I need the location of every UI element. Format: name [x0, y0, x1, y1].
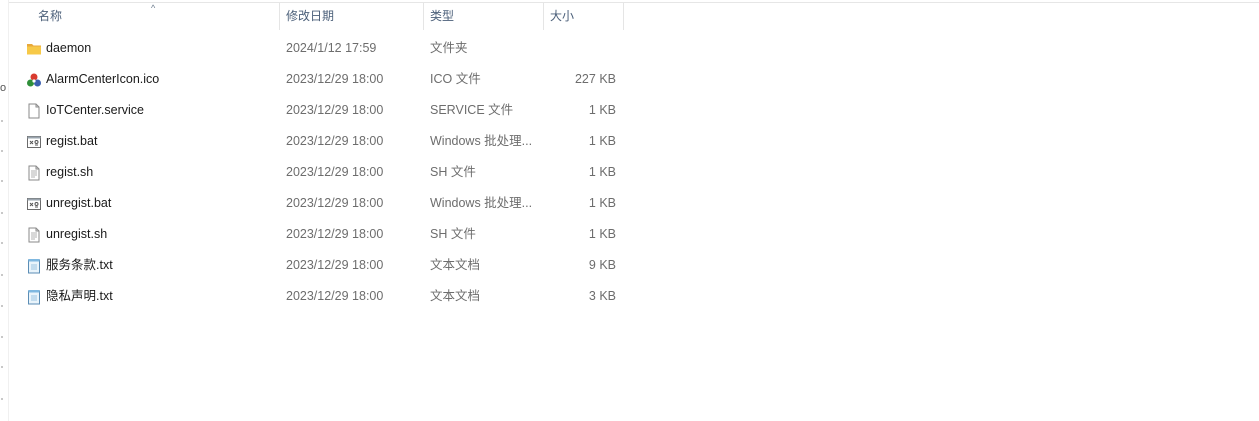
- file-type: 文件夹: [430, 41, 468, 55]
- file-size: 227 KB: [574, 72, 616, 86]
- file-row[interactable]: IoTCenter.service 2023/12/29 18:00 SERVI…: [24, 95, 624, 126]
- file-row[interactable]: unregist.sh 2023/12/29 18:00 SH 文件 1 KB: [24, 219, 624, 250]
- strip-tick: [1, 274, 3, 276]
- file-size: 9 KB: [588, 258, 616, 272]
- column-header-name-label: 名称: [38, 9, 63, 23]
- file-type: Windows 批处理...: [430, 134, 533, 148]
- strip-tick: [1, 242, 3, 244]
- text-file-icon: [26, 227, 42, 243]
- file-list: daemon 2024/1/12 17:59 文件夹 AlarmCenterIc…: [24, 33, 624, 312]
- file-name: unregist.bat: [46, 196, 112, 210]
- file-date: 2023/12/29 18:00: [286, 289, 384, 303]
- file-row[interactable]: 服务条款.txt 2023/12/29 18:00 文本文档 9 KB: [24, 250, 624, 281]
- file-name: 隐私声明.txt: [46, 289, 113, 303]
- file-size: 3 KB: [588, 289, 616, 303]
- file-row[interactable]: 隐私声明.txt 2023/12/29 18:00 文本文档 3 KB: [24, 281, 624, 312]
- file-row[interactable]: daemon 2024/1/12 17:59 文件夹: [24, 33, 624, 64]
- navigation-pane-edge[interactable]: o: [0, 0, 9, 421]
- file-type: 文本文档: [430, 258, 481, 272]
- file-name: 服务条款.txt: [46, 258, 113, 272]
- file-row[interactable]: regist.sh 2023/12/29 18:00 SH 文件 1 KB: [24, 157, 624, 188]
- file-name: unregist.sh: [46, 227, 108, 241]
- sort-ascending-icon: ^: [151, 3, 156, 13]
- file-size: 1 KB: [588, 196, 616, 210]
- batch-file-icon: [26, 196, 42, 212]
- strip-tick: [1, 120, 3, 122]
- file-name: AlarmCenterIcon.ico: [46, 72, 160, 86]
- notepad-file-icon: [26, 289, 42, 305]
- column-header-name[interactable]: 名称: [32, 3, 280, 30]
- strip-tick: [1, 336, 3, 338]
- file-type: SH 文件: [430, 227, 476, 241]
- column-header-type-label: 类型: [430, 9, 455, 23]
- column-header-row: 名称 ^ 修改日期 类型 大小: [24, 3, 624, 30]
- file-size: 1 KB: [588, 103, 616, 117]
- file-date: 2023/12/29 18:00: [286, 103, 384, 117]
- file-date: 2024/1/12 17:59: [286, 41, 377, 55]
- file-date: 2023/12/29 18:00: [286, 134, 384, 148]
- file-date: 2023/12/29 18:00: [286, 196, 384, 210]
- file-name: daemon: [46, 41, 92, 55]
- file-date: 2023/12/29 18:00: [286, 165, 384, 179]
- strip-tick: [1, 366, 3, 368]
- strip-tick: [1, 150, 3, 152]
- column-header-date[interactable]: 修改日期: [280, 3, 424, 30]
- file-type: 文本文档: [430, 289, 481, 303]
- file-type: SH 文件: [430, 165, 476, 179]
- file-row[interactable]: AlarmCenterIcon.ico 2023/12/29 18:00 ICO…: [24, 64, 624, 95]
- file-row[interactable]: unregist.bat 2023/12/29 18:00 Windows 批处…: [24, 188, 624, 219]
- alarm-center-app-icon: [26, 72, 42, 88]
- strip-tick: [1, 180, 3, 182]
- column-header-date-label: 修改日期: [286, 9, 335, 23]
- file-type: SERVICE 文件: [430, 103, 514, 117]
- batch-file-icon: [26, 134, 42, 150]
- blank-file-icon: [26, 103, 42, 119]
- file-size: 1 KB: [588, 227, 616, 241]
- text-file-icon: [26, 165, 42, 181]
- file-name: regist.bat: [46, 134, 98, 148]
- file-size: 1 KB: [588, 134, 616, 148]
- strip-tick: [1, 212, 3, 214]
- left-strip-glyph: o: [0, 82, 7, 94]
- file-name: IoTCenter.service: [46, 103, 144, 117]
- notepad-file-icon: [26, 258, 42, 274]
- file-size: 1 KB: [588, 165, 616, 179]
- file-type: Windows 批处理...: [430, 196, 533, 210]
- file-date: 2023/12/29 18:00: [286, 258, 384, 272]
- column-header-type[interactable]: 类型: [424, 3, 544, 30]
- file-row[interactable]: regist.bat 2023/12/29 18:00 Windows 批处理.…: [24, 126, 624, 157]
- column-header-size-label: 大小: [550, 9, 575, 23]
- column-header-size[interactable]: 大小: [544, 3, 624, 30]
- strip-tick: [1, 398, 3, 400]
- file-date: 2023/12/29 18:00: [286, 72, 384, 86]
- folder-icon: [26, 41, 42, 57]
- file-name: regist.sh: [46, 165, 94, 179]
- file-type: ICO 文件: [430, 72, 481, 86]
- file-date: 2023/12/29 18:00: [286, 227, 384, 241]
- strip-tick: [1, 305, 3, 307]
